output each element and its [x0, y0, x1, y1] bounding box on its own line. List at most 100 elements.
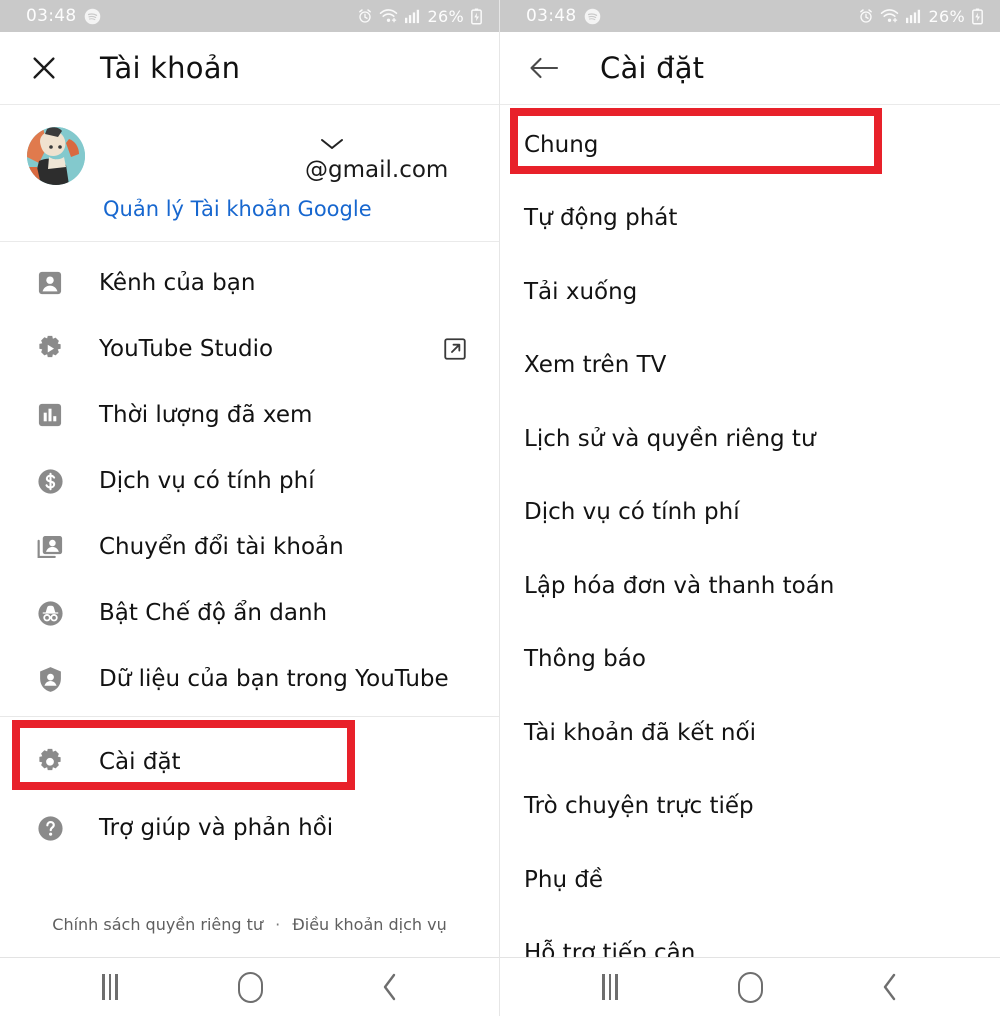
dollar-circle-icon	[33, 464, 67, 498]
switch-account-icon	[33, 530, 67, 564]
settings-item-label: Lịch sử và quyền riêng tư	[524, 425, 816, 452]
settings-item-billing-payments[interactable]: Lập hóa đơn và thanh toán	[500, 549, 1000, 623]
menu-item-your-channel[interactable]: Kênh của bạn	[0, 250, 499, 316]
settings-item-watch-on-tv[interactable]: Xem trên TV	[500, 329, 1000, 403]
settings-item-label: Dịch vụ có tính phí	[524, 499, 740, 526]
navbar-divider-right	[500, 957, 1000, 958]
account-header[interactable]: @gmail.com Quản lý Tài khoản Google	[0, 105, 499, 241]
status-bar-right-group: 26%	[357, 7, 483, 26]
arrow-left-icon[interactable]	[524, 48, 564, 88]
home-icon[interactable]	[720, 965, 780, 1009]
battery-charging-icon	[470, 8, 483, 25]
close-x-icon[interactable]	[24, 48, 64, 88]
android-nav-bar-left	[0, 958, 499, 1016]
android-nav-bar-right	[500, 958, 1000, 1016]
status-bar-left-group: 03:48	[26, 6, 101, 26]
right-phone-screen: 03:48 26% Cài đặt Chung Tự động phát Tải…	[500, 0, 1000, 1016]
menu-item-your-data[interactable]: Dữ liệu của bạn trong YouTube	[0, 646, 499, 712]
home-outline	[237, 971, 263, 1003]
menu-item-help-feedback[interactable]: Trợ giúp và phản hồi	[0, 795, 499, 861]
menu-item-switch-account[interactable]: Chuyển đổi tài khoản	[0, 514, 499, 580]
status-bar-left: 03:48 26%	[0, 0, 499, 32]
home-outline	[737, 971, 763, 1003]
settings-item-captions[interactable]: Phụ đề	[500, 843, 1000, 917]
menu-item-label: Bật Chế độ ẩn danh	[99, 600, 328, 626]
bar-chart-icon	[33, 398, 67, 432]
account-menu-list: Kênh của bạn YouTube Studio Thời lượng đ…	[0, 242, 499, 712]
status-time: 03:48	[26, 6, 77, 26]
battery-percent: 26%	[427, 6, 464, 26]
right-page-title: Cài đặt	[600, 51, 705, 85]
account-email: @gmail.com	[305, 157, 449, 183]
alarm-clock-icon	[858, 8, 874, 24]
settings-item-label: Lập hóa đơn và thanh toán	[524, 572, 835, 599]
gear-icon	[33, 745, 67, 779]
settings-item-connected-accounts[interactable]: Tài khoản đã kết nối	[500, 696, 1000, 770]
status-bar-right-group: 26%	[858, 7, 984, 26]
status-bar-left-group: 03:48	[526, 6, 601, 26]
battery-percent: 26%	[928, 6, 965, 26]
settings-menu-list: Chung Tự động phát Tải xuống Xem trên TV…	[500, 105, 1000, 990]
left-app-bar: Tài khoản	[0, 32, 499, 104]
chevron-down-icon[interactable]	[315, 133, 349, 155]
settings-item-downloads[interactable]: Tải xuống	[500, 255, 1000, 329]
dual-screenshot-composite: 03:48 26% Tài khoản @gmail.com Quản lý T…	[0, 0, 1000, 1016]
alarm-clock-icon	[357, 8, 373, 24]
settings-item-autoplay[interactable]: Tự động phát	[500, 182, 1000, 256]
status-time: 03:48	[526, 6, 577, 26]
help-circle-icon	[33, 811, 67, 845]
spotify-icon	[584, 8, 601, 25]
battery-charging-icon	[971, 8, 984, 25]
settings-item-label: Trò chuyện trực tiếp	[524, 793, 754, 820]
account-box-icon	[33, 266, 67, 300]
right-app-bar: Cài đặt	[500, 32, 1000, 104]
back-chevron-icon[interactable]	[360, 965, 420, 1009]
settings-item-label: Tài khoản đã kết nối	[524, 719, 756, 746]
back-chevron-icon[interactable]	[860, 965, 920, 1009]
settings-item-label: Tự động phát	[524, 205, 678, 232]
footer-separator: ·	[275, 915, 281, 934]
manage-google-account-link[interactable]: Quản lý Tài khoản Google	[103, 197, 372, 221]
wifi-plus-icon	[379, 8, 398, 24]
privacy-policy-link[interactable]: Chính sách quyền riêng tư	[52, 915, 263, 934]
menu-item-label: Thời lượng đã xem	[99, 402, 313, 428]
spotify-icon	[84, 8, 101, 25]
menu-item-incognito[interactable]: Bật Chế độ ẩn danh	[0, 580, 499, 646]
menu-item-label: Trợ giúp và phản hồi	[99, 815, 334, 841]
settings-item-notifications[interactable]: Thông báo	[500, 623, 1000, 697]
cellular-signal-icon	[404, 8, 422, 24]
menu-item-label: Dữ liệu của bạn trong YouTube	[99, 666, 449, 692]
recent-apps-bars	[602, 974, 618, 1000]
status-bar-right: 03:48 26%	[500, 0, 1000, 32]
recent-apps-icon[interactable]	[580, 965, 640, 1009]
settings-item-history-privacy[interactable]: Lịch sử và quyền riêng tư	[500, 402, 1000, 476]
settings-item-live-chat[interactable]: Trò chuyện trực tiếp	[500, 770, 1000, 844]
menu-item-youtube-studio[interactable]: YouTube Studio	[0, 316, 499, 382]
menu-item-settings[interactable]: Cài đặt	[0, 729, 499, 795]
settings-item-label: Xem trên TV	[524, 352, 667, 379]
cellular-signal-icon	[905, 8, 923, 24]
avatar[interactable]	[27, 127, 85, 185]
menu-item-time-watched[interactable]: Thời lượng đã xem	[0, 382, 499, 448]
settings-item-label: Thông báo	[524, 646, 646, 673]
menu-item-label: Cài đặt	[99, 749, 181, 775]
settings-item-label: Phụ đề	[524, 866, 604, 893]
wifi-plus-icon	[880, 8, 899, 24]
menu-item-label: Kênh của bạn	[99, 270, 256, 296]
recent-apps-icon[interactable]	[80, 965, 140, 1009]
settings-item-general[interactable]: Chung	[500, 108, 1000, 182]
menu-item-label: YouTube Studio	[99, 336, 274, 362]
settings-item-label: Chung	[524, 131, 599, 158]
home-icon[interactable]	[220, 965, 280, 1009]
settings-item-paid-services[interactable]: Dịch vụ có tính phí	[500, 476, 1000, 550]
footer-policy-links: Chính sách quyền riêng tư · Điều khoản d…	[0, 915, 499, 934]
menu-item-label: Dịch vụ có tính phí	[99, 468, 315, 494]
youtube-studio-icon	[33, 332, 67, 366]
account-menu-list-bottom: Cài đặt Trợ giúp và phản hồi	[0, 717, 499, 861]
left-phone-screen: 03:48 26% Tài khoản @gmail.com Quản lý T…	[0, 0, 500, 1016]
left-page-title: Tài khoản	[100, 51, 241, 85]
open-in-new-icon[interactable]	[441, 335, 469, 363]
menu-item-paid-services[interactable]: Dịch vụ có tính phí	[0, 448, 499, 514]
shield-person-icon	[33, 662, 67, 696]
terms-of-service-link[interactable]: Điều khoản dịch vụ	[292, 915, 446, 934]
